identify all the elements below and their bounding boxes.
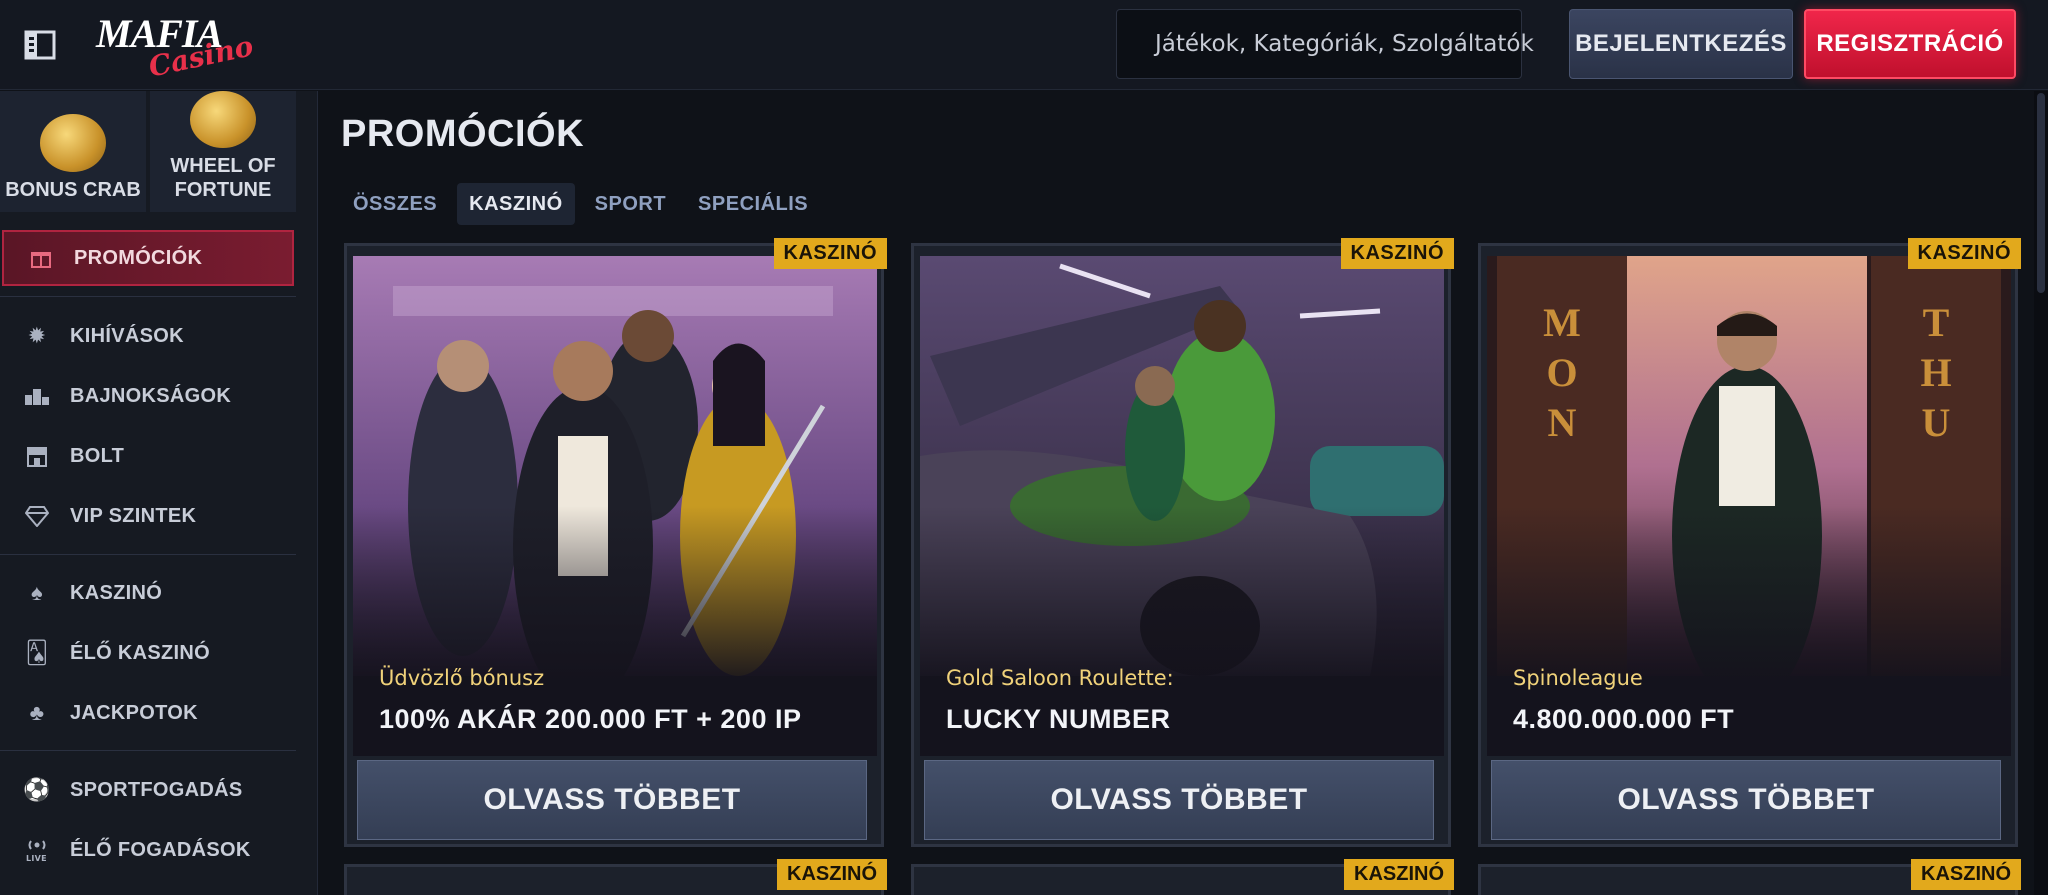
live-icon: LIVE bbox=[24, 837, 50, 863]
divider bbox=[0, 554, 296, 555]
feature-tiles: BONUS CRAB WHEEL OF FORTUNE bbox=[0, 91, 296, 212]
read-more-button[interactable]: OLVASS TÖBBET bbox=[357, 760, 867, 840]
promo-tabs: ÖSSZES KASZINÓ SPORT SPECIÁLIS bbox=[341, 183, 820, 225]
tab-casino[interactable]: KASZINÓ bbox=[457, 183, 575, 225]
sidebar-item-challenges[interactable]: ✹ KIHÍVÁSOK bbox=[0, 308, 296, 364]
tab-special[interactable]: SPECIÁLIS bbox=[686, 183, 820, 225]
promo-card-partial[interactable]: KASZINÓ bbox=[911, 859, 1454, 895]
gift-icon bbox=[28, 245, 54, 271]
sidebar: BONUS CRAB WHEEL OF FORTUNE PROMÓCIÓK ✹ … bbox=[0, 91, 318, 895]
svg-text:N: N bbox=[1548, 400, 1577, 445]
divider bbox=[0, 296, 296, 297]
sidebar-item-label: BAJNOKSÁGOK bbox=[70, 384, 232, 407]
sidebar-item-promotions[interactable]: PROMÓCIÓK bbox=[2, 230, 294, 286]
diamond-icon bbox=[24, 503, 50, 529]
cards-icon: 🂡 bbox=[25, 640, 49, 665]
scrollbar-thumb[interactable] bbox=[2037, 93, 2045, 293]
promo-subtitle: Üdvözlő bónusz bbox=[379, 666, 545, 690]
sidebar-item-label: BOLT bbox=[70, 444, 125, 467]
promo-subtitle: Spinoleague bbox=[1513, 666, 1643, 690]
podium-icon bbox=[24, 383, 50, 409]
sidebar-item-label: SPORTFOGADÁS bbox=[70, 778, 243, 801]
sidebar-item-label: JACKPOTOK bbox=[70, 701, 198, 724]
sidebar-item-label: ÉLŐ KASZINÓ bbox=[70, 641, 210, 664]
sidebar-item-label: KIHÍVÁSOK bbox=[70, 324, 184, 347]
promo-card-spinoleague[interactable]: M O N T H U KASZINÓ Spinoleague 4.800.00… bbox=[1478, 238, 2021, 847]
sidebar-toggle-icon[interactable] bbox=[22, 27, 58, 63]
promo-card-partial[interactable]: KASZINÓ bbox=[344, 859, 887, 895]
sidebar-item-sports-betting[interactable]: ⚽ SPORTFOGADÁS bbox=[0, 762, 296, 818]
category-badge: KASZINÓ bbox=[1344, 859, 1454, 890]
football-icon: ⚽ bbox=[23, 777, 51, 802]
sidebar-item-label: KASZINÓ bbox=[70, 581, 163, 604]
category-badge: KASZINÓ bbox=[777, 859, 887, 890]
tab-sport[interactable]: SPORT bbox=[583, 183, 678, 225]
category-badge: KASZINÓ bbox=[773, 238, 887, 269]
crab-icon bbox=[40, 114, 106, 172]
gear-icon: ✹ bbox=[27, 323, 47, 348]
divider bbox=[0, 750, 296, 751]
svg-text:T: T bbox=[1923, 300, 1950, 345]
search-placeholder: Játékok, Kategóriák, Szolgáltatók bbox=[1155, 31, 1534, 57]
read-more-button[interactable]: OLVASS TÖBBET bbox=[1491, 760, 2001, 840]
sidebar-item-live-casino[interactable]: 🂡 ÉLŐ KASZINÓ bbox=[0, 625, 296, 681]
main-content: PROMÓCIÓK ÖSSZES KASZINÓ SPORT SPECIÁLIS… bbox=[319, 91, 2048, 895]
sidebar-item-label: ÉLŐ FOGADÁSOK bbox=[70, 838, 251, 861]
category-badge: KASZINÓ bbox=[1907, 238, 2021, 269]
svg-text:M: M bbox=[1543, 300, 1581, 345]
wheel-icon bbox=[190, 91, 256, 148]
promo-card-welcome-bonus[interactable]: KASZINÓ Üdvözlő bónusz 100% AKÁR 200.000… bbox=[344, 238, 887, 847]
register-button[interactable]: REGISZTRÁCIÓ bbox=[1804, 9, 2016, 79]
category-badge: KASZINÓ bbox=[1911, 859, 2021, 890]
promo-card-lucky-number[interactable]: KASZINÓ Gold Saloon Roulette: LUCKY NUMB… bbox=[911, 238, 1454, 847]
tile-label: BONUS CRAB bbox=[5, 179, 141, 201]
sidebar-item-shop[interactable]: BOLT bbox=[0, 428, 296, 484]
mafia-casino-logo[interactable]: MAFIA Casino bbox=[96, 10, 256, 84]
svg-text:U: U bbox=[1922, 400, 1951, 445]
sidebar-item-vip-levels[interactable]: VIP SZINTEK bbox=[0, 488, 296, 544]
sidebar-item-label: VIP SZINTEK bbox=[70, 504, 197, 527]
promo-card-partial[interactable]: KASZINÓ bbox=[1478, 859, 2021, 895]
top-header: MAFIA Casino Játékok, Kategóriák, Szolgá… bbox=[0, 0, 2048, 90]
promo-headline: LUCKY NUMBER bbox=[946, 704, 1171, 734]
svg-text:O: O bbox=[1546, 350, 1577, 395]
tab-all[interactable]: ÖSSZES bbox=[341, 183, 449, 225]
tile-wheel-of-fortune[interactable]: WHEEL OF FORTUNE bbox=[150, 91, 296, 212]
sidebar-item-jackpots[interactable]: ♣ JACKPOTOK bbox=[0, 685, 296, 741]
tile-bonus-crab[interactable]: BONUS CRAB bbox=[0, 91, 146, 212]
clover-icon: ♣ bbox=[29, 700, 45, 725]
promo-subtitle: Gold Saloon Roulette: bbox=[946, 666, 1174, 690]
shop-icon bbox=[24, 443, 50, 469]
sidebar-item-tournaments[interactable]: BAJNOKSÁGOK bbox=[0, 368, 296, 424]
search-input[interactable]: Játékok, Kategóriák, Szolgáltatók bbox=[1116, 9, 1534, 79]
login-button[interactable]: BEJELENTKEZÉS bbox=[1569, 9, 1793, 79]
promo-headline: 4.800.000.000 FT bbox=[1513, 704, 1735, 734]
svg-text:H: H bbox=[1920, 350, 1951, 395]
tile-label: WHEEL OF FORTUNE bbox=[170, 155, 276, 201]
read-more-button[interactable]: OLVASS TÖBBET bbox=[924, 760, 1434, 840]
sidebar-item-label: PROMÓCIÓK bbox=[74, 246, 203, 269]
svg-text:LIVE: LIVE bbox=[26, 854, 47, 862]
sidebar-item-casino[interactable]: ♠ KASZINÓ bbox=[0, 565, 296, 621]
page-title: PROMÓCIÓK bbox=[341, 113, 585, 155]
spade-icon: ♠ bbox=[31, 580, 43, 605]
category-badge: KASZINÓ bbox=[1340, 238, 1454, 269]
page-scrollbar[interactable] bbox=[2034, 91, 2048, 895]
promo-headline: 100% AKÁR 200.000 FT + 200 IP bbox=[379, 704, 802, 734]
sidebar-item-live-betting[interactable]: LIVE ÉLŐ FOGADÁSOK bbox=[0, 822, 296, 878]
